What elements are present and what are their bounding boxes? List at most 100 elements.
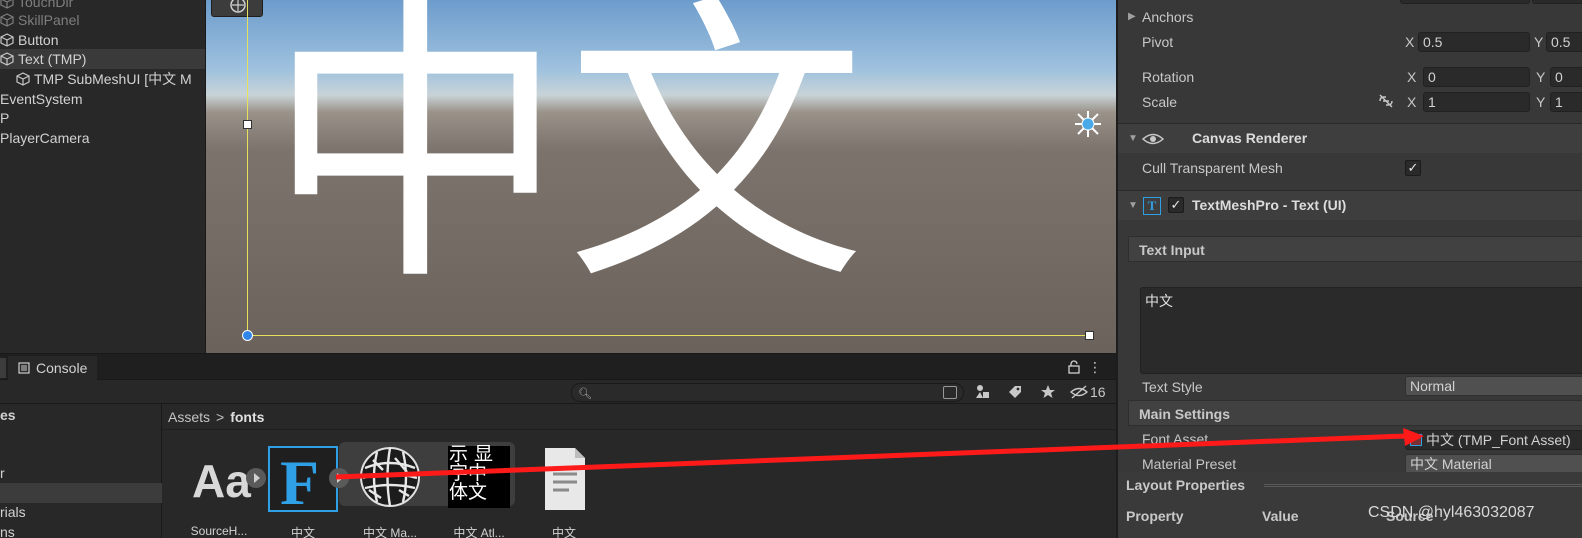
column-header-value: Value	[1262, 508, 1299, 524]
asset-tile-text-file[interactable]: 中文	[521, 446, 607, 538]
foldout-arrow-icon[interactable]: ▼	[1128, 133, 1138, 144]
move-icon	[230, 0, 246, 13]
hierarchy-item-p[interactable]: P	[0, 108, 205, 128]
anchors-label[interactable]: Anchors	[1142, 9, 1193, 25]
console-icon	[18, 362, 30, 374]
hierarchy-item-skillpanel[interactable]: SkillPanel	[0, 10, 205, 30]
breadcrumb-root[interactable]: Assets	[168, 409, 210, 425]
search-input[interactable]: 🔍︎	[571, 383, 964, 402]
folder-tree-item[interactable]: ns	[0, 522, 162, 538]
hidden-packages-icon[interactable]	[1069, 383, 1089, 401]
asset-label: 中文 Atl...	[453, 526, 505, 538]
atlas-thumb-text: 示 显字中 体文	[449, 443, 494, 503]
rotation-y-label: Y	[1536, 69, 1546, 85]
scale-label: Scale	[1142, 94, 1178, 110]
asset-label: SourceH...	[190, 524, 248, 538]
cube-icon	[0, 13, 14, 27]
directional-light-icon[interactable]	[1072, 108, 1104, 140]
folder-tree-item[interactable]	[0, 425, 162, 445]
folder-tree: es r rials ns	[0, 404, 162, 538]
cull-transparent-mesh-label: Cull Transparent Mesh	[1142, 160, 1283, 176]
pivot-y-label: Y	[1534, 34, 1544, 50]
inspector-top-field-strip	[1400, 0, 1530, 4]
hierarchy-item-tmp-submeshui[interactable]: TMP SubMeshUI [中文 M	[0, 69, 205, 89]
cube-icon	[16, 72, 30, 86]
asset-label: 中文	[290, 526, 315, 538]
font-icon: Aa	[184, 446, 266, 512]
asset-tile-atlas[interactable]: 示 显字中 体文 中文 Atl...	[436, 443, 522, 538]
pivot-x-field[interactable]: 0.5	[1418, 32, 1530, 52]
breadcrumb-current[interactable]: fonts	[230, 409, 264, 425]
text-style-dropdown[interactable]: Normal	[1405, 376, 1582, 396]
rotation-x-label: X	[1407, 69, 1417, 85]
textmeshpro-header[interactable]: ▼ T ✓ TextMeshPro - Text (UI)	[1118, 190, 1582, 220]
pivot-x-label: X	[1405, 34, 1415, 50]
section-title: Main Settings	[1139, 406, 1231, 422]
asset-tile-sourcehan-font[interactable]: Aa SourceH...	[176, 446, 266, 538]
hierarchy-item-label: P	[0, 110, 10, 126]
breadcrumb: Assets > fonts	[162, 404, 1116, 430]
foldout-arrow-icon[interactable]: ▼	[1128, 200, 1138, 211]
main-settings-section[interactable]: Main Settings	[1128, 400, 1582, 426]
search-by-type-icon[interactable]	[943, 386, 957, 399]
scale-x-label: X	[1407, 94, 1417, 110]
folder-tree-item-selected[interactable]	[0, 483, 162, 503]
pivot-handle[interactable]	[242, 330, 253, 341]
asset-tile-material[interactable]: 中文 Ma...	[329, 442, 515, 538]
layout-properties-title[interactable]: Layout Properties	[1126, 477, 1245, 493]
rotation-x-field[interactable]: 0	[1423, 67, 1530, 87]
constrain-proportions-icon[interactable]	[1378, 94, 1394, 108]
font-asset-field[interactable]: 中文 (TMP_Font Asset)	[1405, 430, 1582, 450]
material-preset-dropdown[interactable]: 中文 Material	[1405, 454, 1582, 474]
text-input-area[interactable]: 中文	[1140, 287, 1582, 374]
text-style-label: Text Style	[1142, 379, 1203, 395]
text-input-section[interactable]: Text Input	[1128, 236, 1582, 262]
rect-handle-bottom-right[interactable]	[1085, 331, 1094, 340]
scene-view[interactable]: 中文	[205, 0, 1116, 353]
panel-tabbar: Console ⋮	[0, 354, 1116, 380]
pivot-label: Pivot	[1142, 34, 1174, 50]
component-enabled-checkbox[interactable]: ✓	[1168, 197, 1184, 213]
hierarchy-item-playercamera[interactable]: PlayerCamera	[0, 128, 205, 148]
scale-x-field[interactable]: 1	[1423, 92, 1530, 112]
cull-transparent-mesh-checkbox[interactable]: ✓	[1405, 160, 1421, 176]
hierarchy-item-button[interactable]: Button	[0, 30, 205, 50]
inspector-top-field-strip	[1532, 0, 1582, 4]
filter-by-type-icon[interactable]	[973, 383, 993, 401]
tab-divider	[0, 358, 6, 378]
rect-handle-left[interactable]	[243, 120, 252, 129]
filter-by-label-icon[interactable]	[1005, 383, 1025, 401]
folder-tree-item[interactable]: es	[0, 405, 162, 425]
hidden-package-count: 16	[1090, 384, 1106, 400]
more-options-icon[interactable]: ⋮	[1088, 359, 1102, 376]
breadcrumb-separator: >	[216, 408, 225, 425]
favorite-star-icon[interactable]	[1038, 383, 1058, 401]
hierarchy-item-label: Text (TMP)	[18, 51, 87, 67]
project-panel: Console ⋮ 🔍︎ 16 es r rials ns Assets > f…	[0, 353, 1116, 538]
folder-tree-item[interactable]	[0, 445, 162, 465]
font-asset-thumb-text: F	[280, 447, 320, 518]
folder-tree-item[interactable]: r	[0, 463, 162, 483]
move-tool-button[interactable]	[211, 0, 263, 17]
lock-icon[interactable]	[1068, 360, 1080, 374]
folder-tree-item[interactable]: rials	[0, 502, 162, 522]
canvas-renderer-header[interactable]: ▼ Canvas Renderer	[1118, 123, 1582, 153]
font-asset-icon: F	[268, 446, 338, 518]
hierarchy-item-text-tmp[interactable]: Text (TMP)	[0, 49, 205, 69]
hierarchy-item-eventsystem[interactable]: EventSystem	[0, 89, 205, 109]
inspector-panel: ▶ Anchors Pivot X 0.5 Y 0.5 Rotation X 0…	[1116, 0, 1582, 538]
material-sphere-icon	[355, 446, 425, 512]
font-asset-label: Font Asset	[1142, 431, 1209, 447]
scene-text-object[interactable]: 中文	[266, 0, 866, 312]
expand-arrow-icon[interactable]	[329, 468, 349, 488]
rotation-y-field[interactable]: 0	[1550, 67, 1582, 87]
cube-icon	[0, 0, 14, 9]
pivot-y-field[interactable]: 0.5	[1546, 32, 1582, 52]
anchors-foldout-arrow-icon[interactable]: ▶	[1128, 11, 1136, 22]
cube-icon	[0, 52, 14, 66]
tab-console[interactable]: Console	[8, 356, 98, 380]
hierarchy-item-label: PlayerCamera	[0, 130, 90, 146]
font-asset-value: 中文 (TMP_Font Asset)	[1426, 432, 1571, 448]
scale-y-label: Y	[1536, 94, 1546, 110]
scale-y-field[interactable]: 1	[1550, 92, 1582, 112]
